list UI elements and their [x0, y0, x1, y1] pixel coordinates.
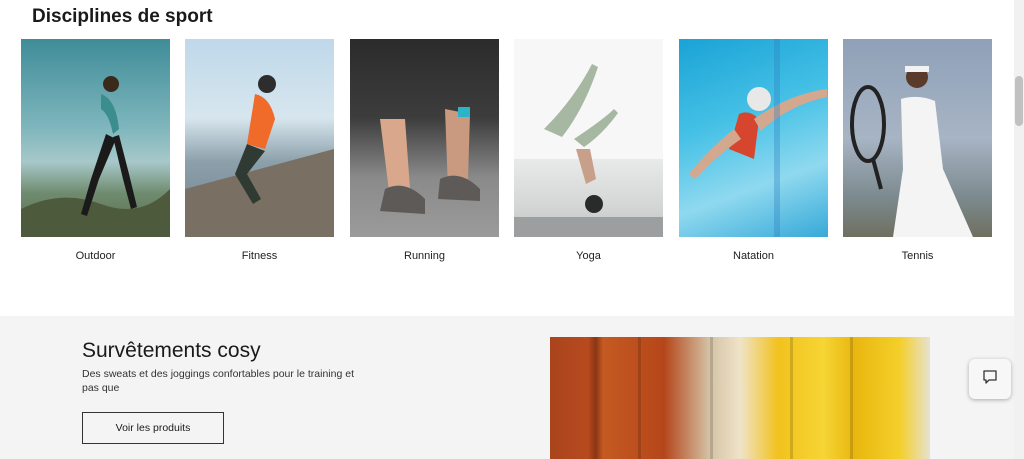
discipline-tile-tennis[interactable]: Tennis — [843, 39, 992, 262]
discipline-label: Natation — [733, 250, 774, 262]
see-products-button[interactable]: Voir les produits — [82, 412, 224, 444]
discipline-tile-yoga[interactable]: Yoga — [514, 39, 663, 262]
natation-photo — [679, 39, 828, 237]
yoga-photo — [514, 39, 663, 237]
discipline-label: Outdoor — [75, 250, 116, 262]
discipline-label: Yoga — [576, 250, 601, 262]
promo-description: Des sweats et des joggings confortables … — [82, 368, 354, 394]
outdoor-photo — [21, 39, 170, 237]
discipline-tile-outdoor[interactable]: Outdoor — [21, 39, 170, 262]
discipline-tile-fitness[interactable]: Fitness — [185, 39, 334, 262]
page-scrollbar[interactable] — [1014, 0, 1024, 459]
chat-bubble-icon — [982, 369, 998, 390]
fitness-photo — [185, 39, 334, 237]
promo-title: Survêtements cosy — [82, 339, 261, 362]
discipline-tile-running[interactable]: Running — [350, 39, 499, 262]
running-photo — [350, 39, 499, 237]
disciplines-grid: Outdoor Fitness Running Yoga Natation Te… — [21, 39, 992, 269]
section-title: Disciplines de sport — [32, 6, 213, 27]
tracksuit-photo — [550, 337, 930, 459]
tennis-photo — [843, 39, 992, 237]
discipline-label: Tennis — [901, 250, 934, 262]
chat-button[interactable] — [969, 359, 1011, 399]
discipline-tile-natation[interactable]: Natation — [679, 39, 828, 262]
promo-banner: Survêtements cosy Des sweats et des jogg… — [0, 316, 1024, 459]
discipline-label: Fitness — [241, 250, 278, 262]
scrollbar-thumb[interactable] — [1015, 76, 1023, 126]
discipline-label: Running — [404, 250, 445, 262]
